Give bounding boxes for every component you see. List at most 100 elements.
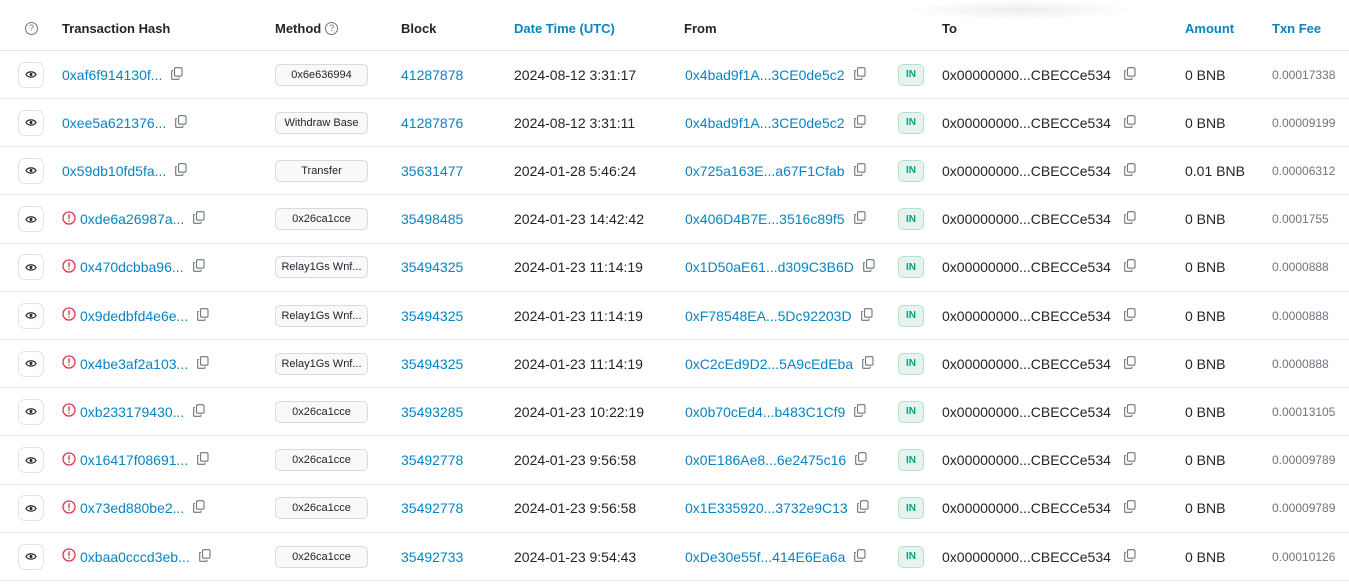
to-address[interactable]: 0x00000000...CBECCe534 [942,549,1111,565]
copy-icon[interactable] [853,66,866,83]
help-icon[interactable]: ? [25,21,38,35]
preview-button[interactable] [18,447,44,474]
copy-icon[interactable] [1124,259,1136,275]
preview-button[interactable] [18,206,44,233]
to-address[interactable]: 0x00000000...CBECCe534 [942,308,1111,324]
copy-icon[interactable] [1124,66,1136,83]
method-badge: 0x26ca1cce [275,449,368,472]
block-link[interactable]: 35492733 [401,533,463,580]
tx-hash-link[interactable]: 0xbaa0cccd3eb... [80,549,190,565]
block-link[interactable]: 35494325 [401,292,463,339]
copy-icon[interactable] [197,452,209,468]
copy-icon[interactable] [1124,452,1136,468]
method-badge: 0x26ca1cce [275,208,368,231]
copy-icon[interactable] [862,355,874,372]
preview-button[interactable] [18,495,44,522]
copy-icon[interactable] [854,404,866,420]
copy-icon[interactable] [197,307,209,324]
preview-button[interactable] [18,350,44,377]
copy-icon[interactable] [175,114,187,131]
block-link[interactable]: 35631477 [401,147,463,194]
tx-hash-link[interactable]: 0x16417f08691... [80,452,188,468]
tx-hash-link[interactable]: 0xde6a26987a... [80,211,184,227]
preview-button[interactable] [18,109,44,136]
to-address[interactable]: 0x00000000...CBECCe534 [942,115,1111,131]
tx-hash-link[interactable]: 0xb233179430... [80,404,184,420]
amount: 0.01 BNB [1185,162,1245,179]
copy-icon[interactable] [1124,548,1136,565]
copy-icon[interactable] [855,452,867,468]
to-address[interactable]: 0x00000000...CBECCe534 [942,67,1111,83]
preview-button[interactable] [18,254,44,281]
to-address[interactable]: 0x00000000...CBECCe534 [942,259,1111,275]
block-link[interactable]: 35498485 [401,196,463,243]
preview-button[interactable] [18,61,44,88]
copy-icon[interactable] [198,548,211,565]
copy-icon[interactable] [1124,500,1136,516]
from-address-link[interactable]: 0x0b70cEd4...b483C1Cf9 [685,404,845,420]
copy-icon[interactable] [175,163,187,179]
from-address-link[interactable]: 0xF78548EA...5Dc92203D [685,308,852,324]
tx-hash-link[interactable]: 0x59db10fd5fa... [62,163,166,179]
to-address[interactable]: 0x00000000...CBECCe534 [942,404,1111,420]
copy-icon[interactable] [192,259,205,275]
preview-button[interactable] [18,157,44,184]
col-fee-toggle[interactable]: Txn Fee [1272,6,1321,50]
col-datetime-toggle[interactable]: Date Time (UTC) [514,6,615,50]
from-address-link[interactable]: 0x1D50aE61...d309C3B6D [685,259,854,275]
to-address[interactable]: 0x00000000...CBECCe534 [942,163,1111,179]
copy-icon[interactable] [1124,163,1136,179]
block-link[interactable]: 35493285 [401,388,463,435]
block-link[interactable]: 41287876 [401,99,463,146]
copy-icon[interactable] [193,500,205,516]
from-address-link[interactable]: 0x4bad9f1A...3CE0de5c2 [685,67,845,83]
from-address-link[interactable]: 0x725a163E...a67F1Cfab [685,163,845,179]
from-address-link[interactable]: 0x4bad9f1A...3CE0de5c2 [685,115,845,131]
from-address-link[interactable]: 0x0E186Ae8...6e2475c16 [685,452,846,468]
copy-icon[interactable] [856,500,869,516]
copy-icon[interactable] [1124,114,1136,131]
preview-button[interactable] [18,543,44,570]
copy-icon[interactable] [171,66,183,83]
to-address[interactable]: 0x00000000...CBECCe534 [942,356,1111,372]
block-link[interactable]: 35492778 [401,437,463,484]
from-address-link[interactable]: 0xC2cEd9D2...5A9cEdEba [685,356,853,372]
copy-icon[interactable] [1124,307,1136,324]
tx-hash-link[interactable]: 0xaf6f914130f... [62,67,162,83]
block-link[interactable]: 35492778 [401,485,463,532]
col-amount-toggle[interactable]: Amount [1185,6,1234,50]
copy-icon[interactable] [854,548,866,565]
txn-fee: 0.0000888 [1272,260,1329,275]
tx-hash-link[interactable]: 0x9dedbfd4e6e... [80,308,188,324]
preview-button[interactable] [18,398,44,425]
copy-icon[interactable] [193,211,205,227]
from-address-link[interactable]: 0xDe30e55f...414E6Ea6a [685,549,845,565]
to-address[interactable]: 0x00000000...CBECCe534 [942,500,1111,516]
method-help-icon[interactable]: ? [325,21,339,35]
copy-icon[interactable] [863,259,875,275]
from-address-link[interactable]: 0x406D4B7E...3516c89f5 [685,211,845,227]
tx-hash-link[interactable]: 0x73ed880be2... [80,500,184,516]
from-address-link[interactable]: 0x1E335920...3732e9C13 [685,500,848,516]
copy-icon[interactable] [1124,355,1136,372]
block-link[interactable]: 35494325 [401,244,463,291]
copy-icon[interactable] [860,307,873,324]
amount: 0 BNB [1185,403,1226,420]
tx-hash-link[interactable]: 0x470dcbba96... [80,259,184,275]
direction-badge: IN [898,449,924,472]
copy-icon[interactable] [853,163,866,179]
to-address[interactable]: 0x00000000...CBECCe534 [942,452,1111,468]
copy-icon[interactable] [1124,404,1136,420]
tx-hash-link[interactable]: 0xee5a621376... [62,115,166,131]
block-link[interactable]: 35494325 [401,340,463,387]
method-badge: 0x26ca1cce [275,545,368,568]
block-link[interactable]: 41287878 [401,51,463,98]
copy-icon[interactable] [197,355,209,372]
preview-button[interactable] [18,302,44,329]
copy-icon[interactable] [853,211,866,227]
to-address[interactable]: 0x00000000...CBECCe534 [942,211,1111,227]
copy-icon[interactable] [1124,211,1136,227]
tx-hash-link[interactable]: 0x4be3af2a103... [80,356,188,372]
copy-icon[interactable] [853,114,866,131]
copy-icon[interactable] [193,404,205,420]
